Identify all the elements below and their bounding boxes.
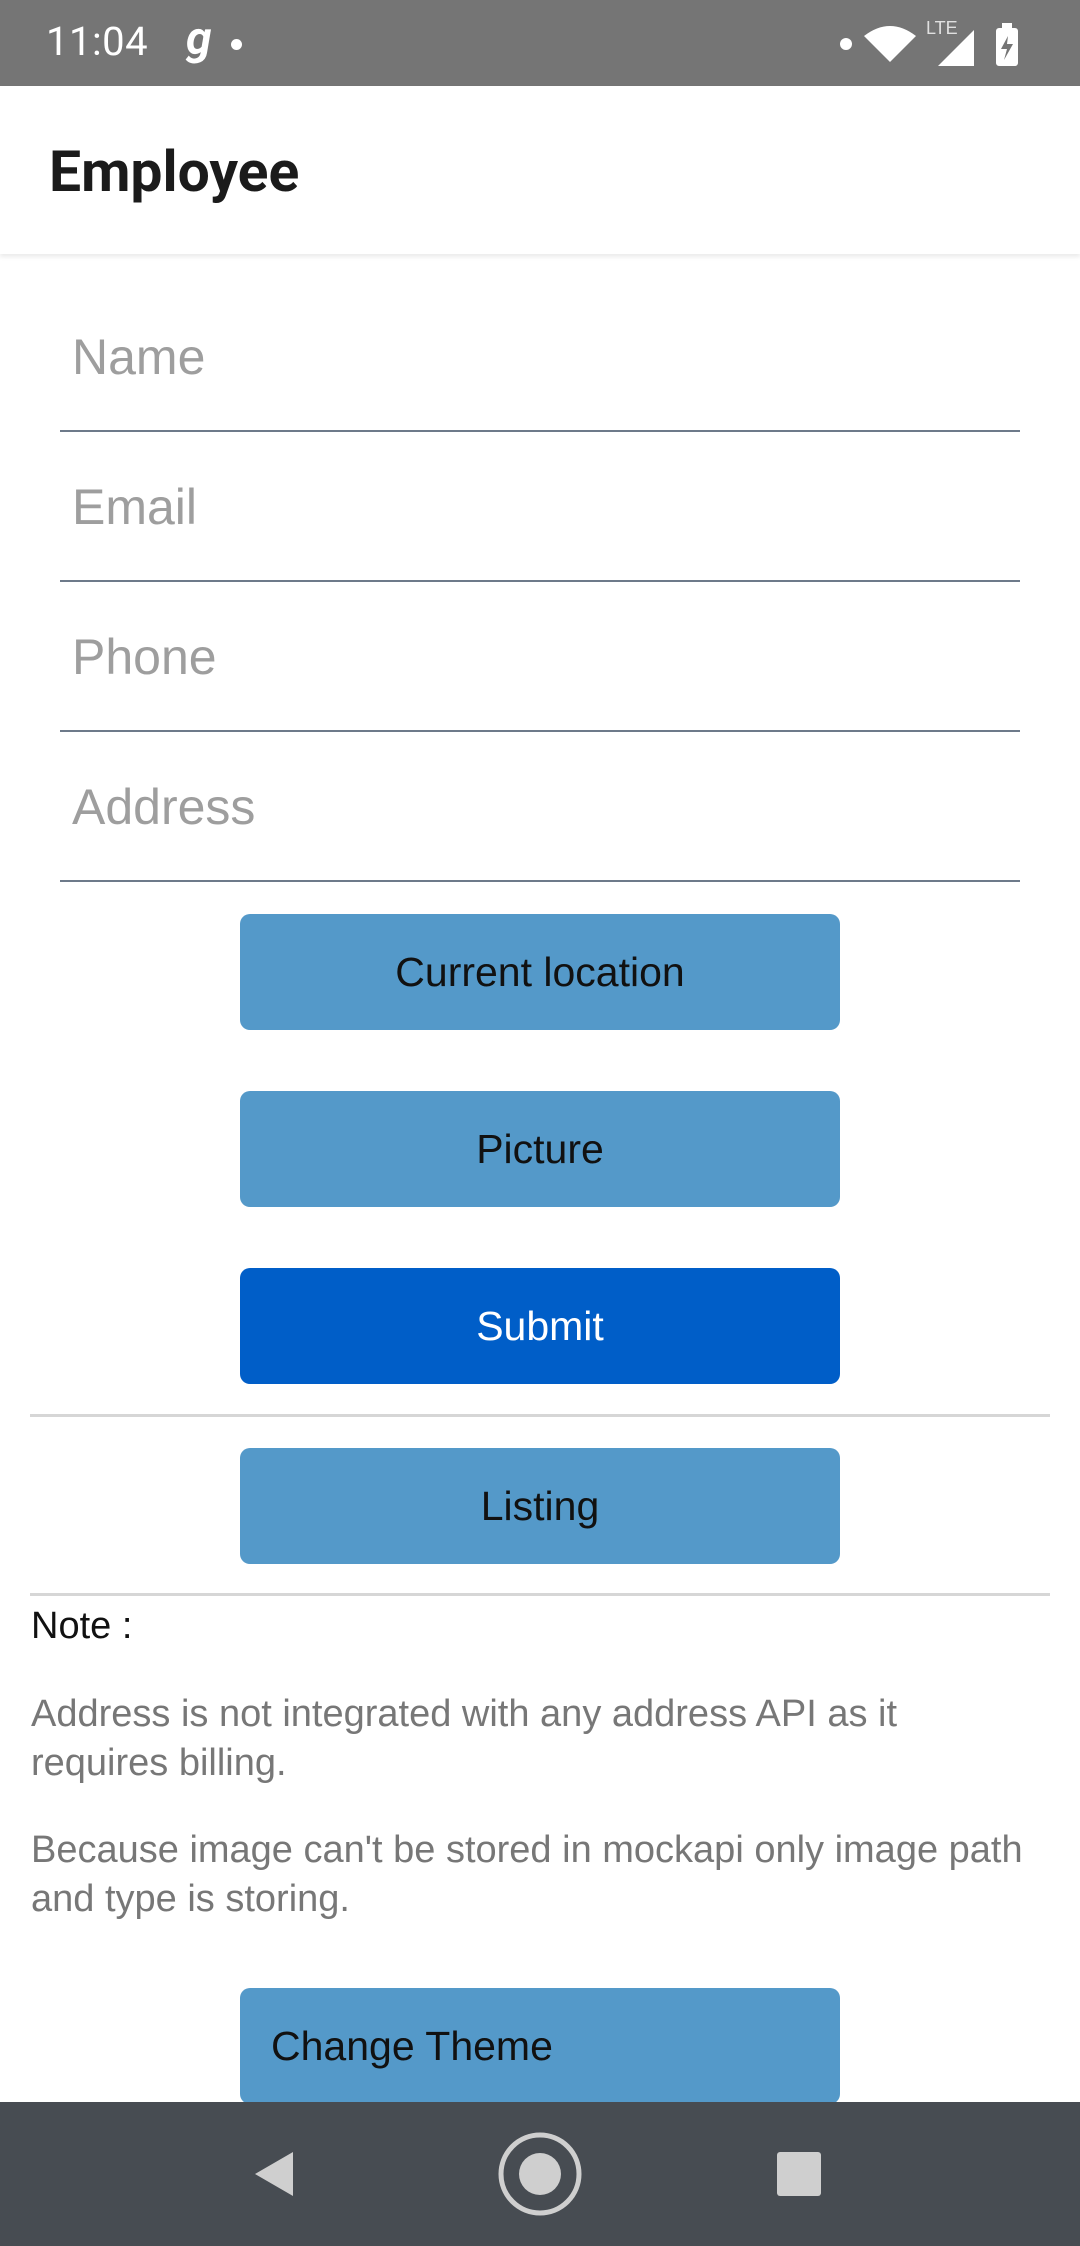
status-time: 11:04 bbox=[46, 18, 149, 65]
page-title: Employee bbox=[49, 138, 300, 205]
address-input[interactable] bbox=[72, 772, 1002, 842]
email-field bbox=[60, 432, 1020, 582]
home-circle-icon bbox=[498, 2132, 582, 2216]
note-text: Address is not integrated with any addre… bbox=[31, 1693, 898, 1784]
name-field bbox=[60, 282, 1020, 432]
nav-back-button[interactable] bbox=[205, 2102, 345, 2246]
divider bbox=[30, 1414, 1050, 1417]
app-bar: Employee bbox=[0, 86, 1080, 254]
note-text: Because image can't be stored in mockapi… bbox=[31, 1829, 1023, 1920]
navigation-bar bbox=[0, 2102, 1080, 2246]
listing-button[interactable]: Listing bbox=[240, 1448, 840, 1564]
phone-input[interactable] bbox=[72, 622, 1002, 692]
recents-square-icon bbox=[777, 2152, 821, 2196]
name-input[interactable] bbox=[72, 322, 1002, 392]
note-heading: Note : bbox=[31, 1605, 133, 1647]
nav-recents-button[interactable] bbox=[729, 2102, 869, 2246]
status-bar: 11:04 g LTE bbox=[0, 0, 1080, 86]
current-location-button[interactable]: Current location bbox=[240, 914, 840, 1030]
back-triangle-icon bbox=[255, 2152, 293, 2196]
status-icons: LTE bbox=[838, 18, 1048, 66]
notification-g-icon: g bbox=[186, 12, 212, 66]
phone-field bbox=[60, 582, 1020, 732]
nav-home-button[interactable] bbox=[470, 2102, 610, 2246]
submit-button[interactable]: Submit bbox=[240, 1268, 840, 1384]
network-type: LTE bbox=[926, 20, 958, 38]
email-input[interactable] bbox=[72, 472, 1002, 542]
address-field bbox=[60, 732, 1020, 882]
picture-button[interactable]: Picture bbox=[240, 1091, 840, 1207]
notification-dot-icon bbox=[231, 39, 242, 50]
wifi-icon bbox=[864, 26, 916, 62]
divider bbox=[30, 1593, 1050, 1596]
change-theme-button[interactable]: Change Theme bbox=[240, 1988, 840, 2104]
